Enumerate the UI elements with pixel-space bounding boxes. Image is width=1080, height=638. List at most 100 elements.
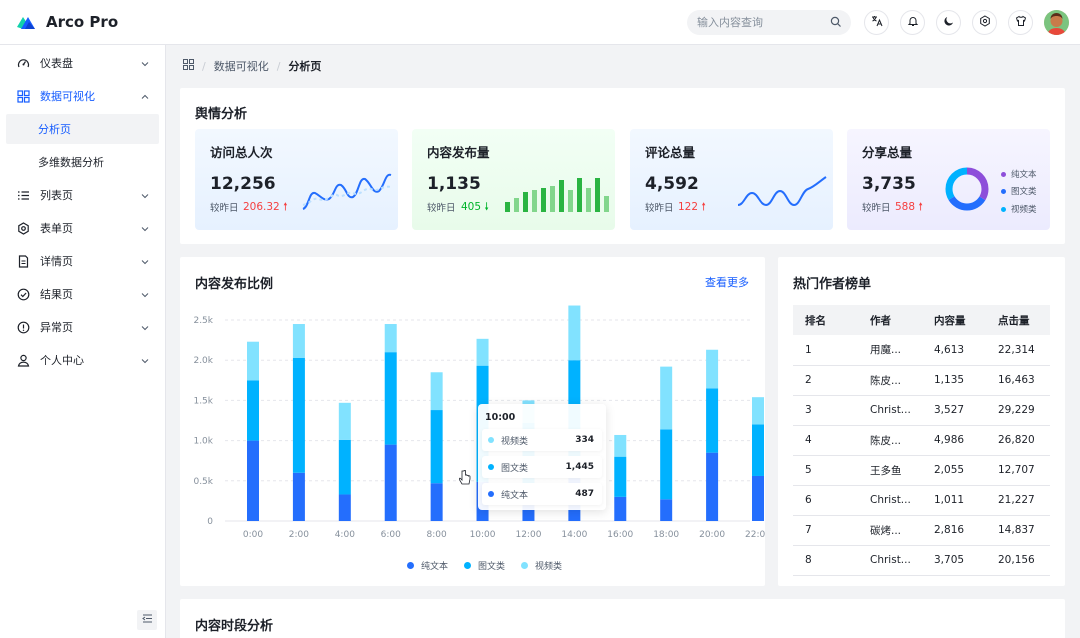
bar-segment[interactable] <box>614 496 627 521</box>
arrow-up-icon: 🠕 <box>701 201 706 213</box>
bar-segment[interactable] <box>338 439 351 495</box>
menu-result[interactable]: 结果页 <box>6 279 159 309</box>
stat-card-publish[interactable]: 内容发布量 1,135 较昨日 405 🠗 <box>412 129 615 230</box>
bar-segment[interactable] <box>614 434 627 457</box>
table-cell: 碳烤... <box>858 515 922 546</box>
stat-value: 4,592 <box>645 174 699 194</box>
menu-multi-dimension[interactable]: 多维数据分析 <box>6 147 159 177</box>
table-cell: 3,705 <box>922 545 986 576</box>
chart-legend-item[interactable]: 图文类 <box>464 559 505 572</box>
bar-segment[interactable] <box>292 472 305 521</box>
table-row[interactable]: 3 Christ... 3,527 29,229 <box>793 395 1050 426</box>
bar-segment[interactable] <box>384 324 397 353</box>
skin-button[interactable] <box>1008 10 1033 35</box>
stat-title: 分享总量 <box>862 145 913 160</box>
bar-segment[interactable] <box>247 440 259 521</box>
bar-segment[interactable] <box>752 475 764 521</box>
stat-card-comments[interactable]: 评论总量 4,592 较昨日 122 🠕 <box>630 129 833 230</box>
bar-segment[interactable] <box>247 341 259 381</box>
legend-label: 视频类 <box>1011 205 1037 215</box>
table-row[interactable]: 6 Christ... 1,011 21,227 <box>793 485 1050 516</box>
table-row[interactable]: 4 陈皮... 4,986 26,820 <box>793 425 1050 456</box>
language-button[interactable] <box>864 10 889 35</box>
legend-dot <box>488 464 494 470</box>
chevron-down-icon <box>141 256 149 269</box>
table-row[interactable]: 8 Christ... 3,705 20,156 <box>793 545 1050 576</box>
arrow-down-icon: 🠗 <box>484 201 489 213</box>
bar-segment[interactable] <box>384 444 397 521</box>
bar-segment[interactable] <box>660 429 673 500</box>
menu-user-center[interactable]: 个人中心 <box>6 345 159 375</box>
menu-analysis[interactable]: 分析页 <box>6 114 159 144</box>
settings-icon <box>979 15 991 30</box>
table-cell: 2,055 <box>922 455 986 486</box>
bar-segment[interactable] <box>752 424 764 476</box>
bar-segment[interactable] <box>430 410 443 484</box>
bar-segment[interactable] <box>706 349 719 389</box>
bar-segment[interactable] <box>292 324 305 358</box>
bar-segment[interactable] <box>338 402 351 440</box>
table-row[interactable]: 7 碳烤... 2,816 14,837 <box>793 515 1050 546</box>
legend-dot <box>407 562 414 569</box>
menu-label: 详情页 <box>40 255 73 268</box>
stat-card-visits[interactable]: 访问总人次 12,256 较昨日 206.32 🠕 <box>195 129 398 230</box>
chart-legend-item[interactable]: 纯文本 <box>407 559 448 572</box>
home-grid-icon[interactable] <box>183 59 194 73</box>
theme-button[interactable] <box>936 10 961 35</box>
bar-segment[interactable] <box>706 388 719 453</box>
y-tick-label: 1.0k <box>193 437 213 447</box>
user-avatar[interactable] <box>1044 10 1069 35</box>
view-more-link[interactable]: 查看更多 <box>705 274 749 290</box>
menu-data-visualization[interactable]: 数据可视化 <box>6 81 159 111</box>
stat-card-shares[interactable]: 分享总量 3,735 较昨日 588 🠕 纯文本 图文类 视频类 <box>847 129 1050 230</box>
panel-title: 内容发布比例 <box>195 277 274 292</box>
menu-dashboard[interactable]: 仪表盘 <box>6 48 159 78</box>
settings-button[interactable] <box>972 10 997 35</box>
logo[interactable]: Arco Pro <box>16 13 118 31</box>
menu-detail[interactable]: 详情页 <box>6 246 159 276</box>
search-input[interactable] <box>697 16 827 29</box>
collapse-sidebar-button[interactable] <box>137 610 157 630</box>
legend-dot <box>488 437 494 443</box>
content-ratio-chart[interactable]: 0 0.5k 1.0k 1.5k 2.0k 2.5k 0:00 2:00 4:00 6:00 8:0… <box>180 300 765 550</box>
bar-segment[interactable] <box>706 452 719 521</box>
stat-compare-label: 较昨日 <box>645 203 674 214</box>
bar-segment[interactable] <box>660 366 673 430</box>
menu-list[interactable]: 列表页 <box>6 180 159 210</box>
bar-segment[interactable] <box>384 352 397 445</box>
moon-icon <box>943 15 955 30</box>
legend-label: 纯文本 <box>1011 170 1037 180</box>
bar-segment[interactable] <box>292 357 305 473</box>
bar-segment[interactable] <box>338 494 351 521</box>
bar-segment[interactable] <box>614 456 627 497</box>
bar-segment[interactable] <box>752 397 764 425</box>
bar-segment[interactable] <box>247 380 259 441</box>
search-box[interactable] <box>687 10 851 35</box>
bar-segment[interactable] <box>568 305 581 361</box>
stat-delta-value: 588 <box>895 201 916 213</box>
table-row[interactable]: 5 王多鱼 2,055 12,707 <box>793 455 1050 486</box>
legend-label: 图文类 <box>478 562 506 572</box>
legend-dot <box>1001 188 1006 194</box>
breadcrumb-separator: / <box>276 59 281 73</box>
menu-exception[interactable]: 异常页 <box>6 312 159 342</box>
stat-value: 3,735 <box>862 174 916 194</box>
menu-form[interactable]: 表单页 <box>6 213 159 243</box>
notification-button[interactable] <box>900 10 925 35</box>
tooltip-row: 视频类 334 <box>482 429 602 451</box>
table-row[interactable]: 1 用魔... 4,613 22,314 <box>793 335 1050 366</box>
bar-segment[interactable] <box>476 338 489 366</box>
check-circle-icon <box>16 287 30 301</box>
bar-segment[interactable] <box>430 372 443 411</box>
table-cell: 陈皮... <box>858 425 922 456</box>
table-row[interactable]: 2 陈皮... 1,135 16,463 <box>793 365 1050 396</box>
menu-label: 结果页 <box>40 288 73 301</box>
legend-item: 纯文本 <box>1001 168 1037 180</box>
chart-legend-item[interactable]: 视频类 <box>521 559 562 572</box>
bar-segment[interactable] <box>660 499 673 521</box>
breadcrumb-item[interactable]: 数据可视化 <box>214 58 269 74</box>
bar-segment[interactable] <box>430 483 443 521</box>
search-icon[interactable] <box>830 16 842 31</box>
stat-delta: 122 🠕 <box>678 199 706 217</box>
dashboard-icon <box>16 56 30 70</box>
